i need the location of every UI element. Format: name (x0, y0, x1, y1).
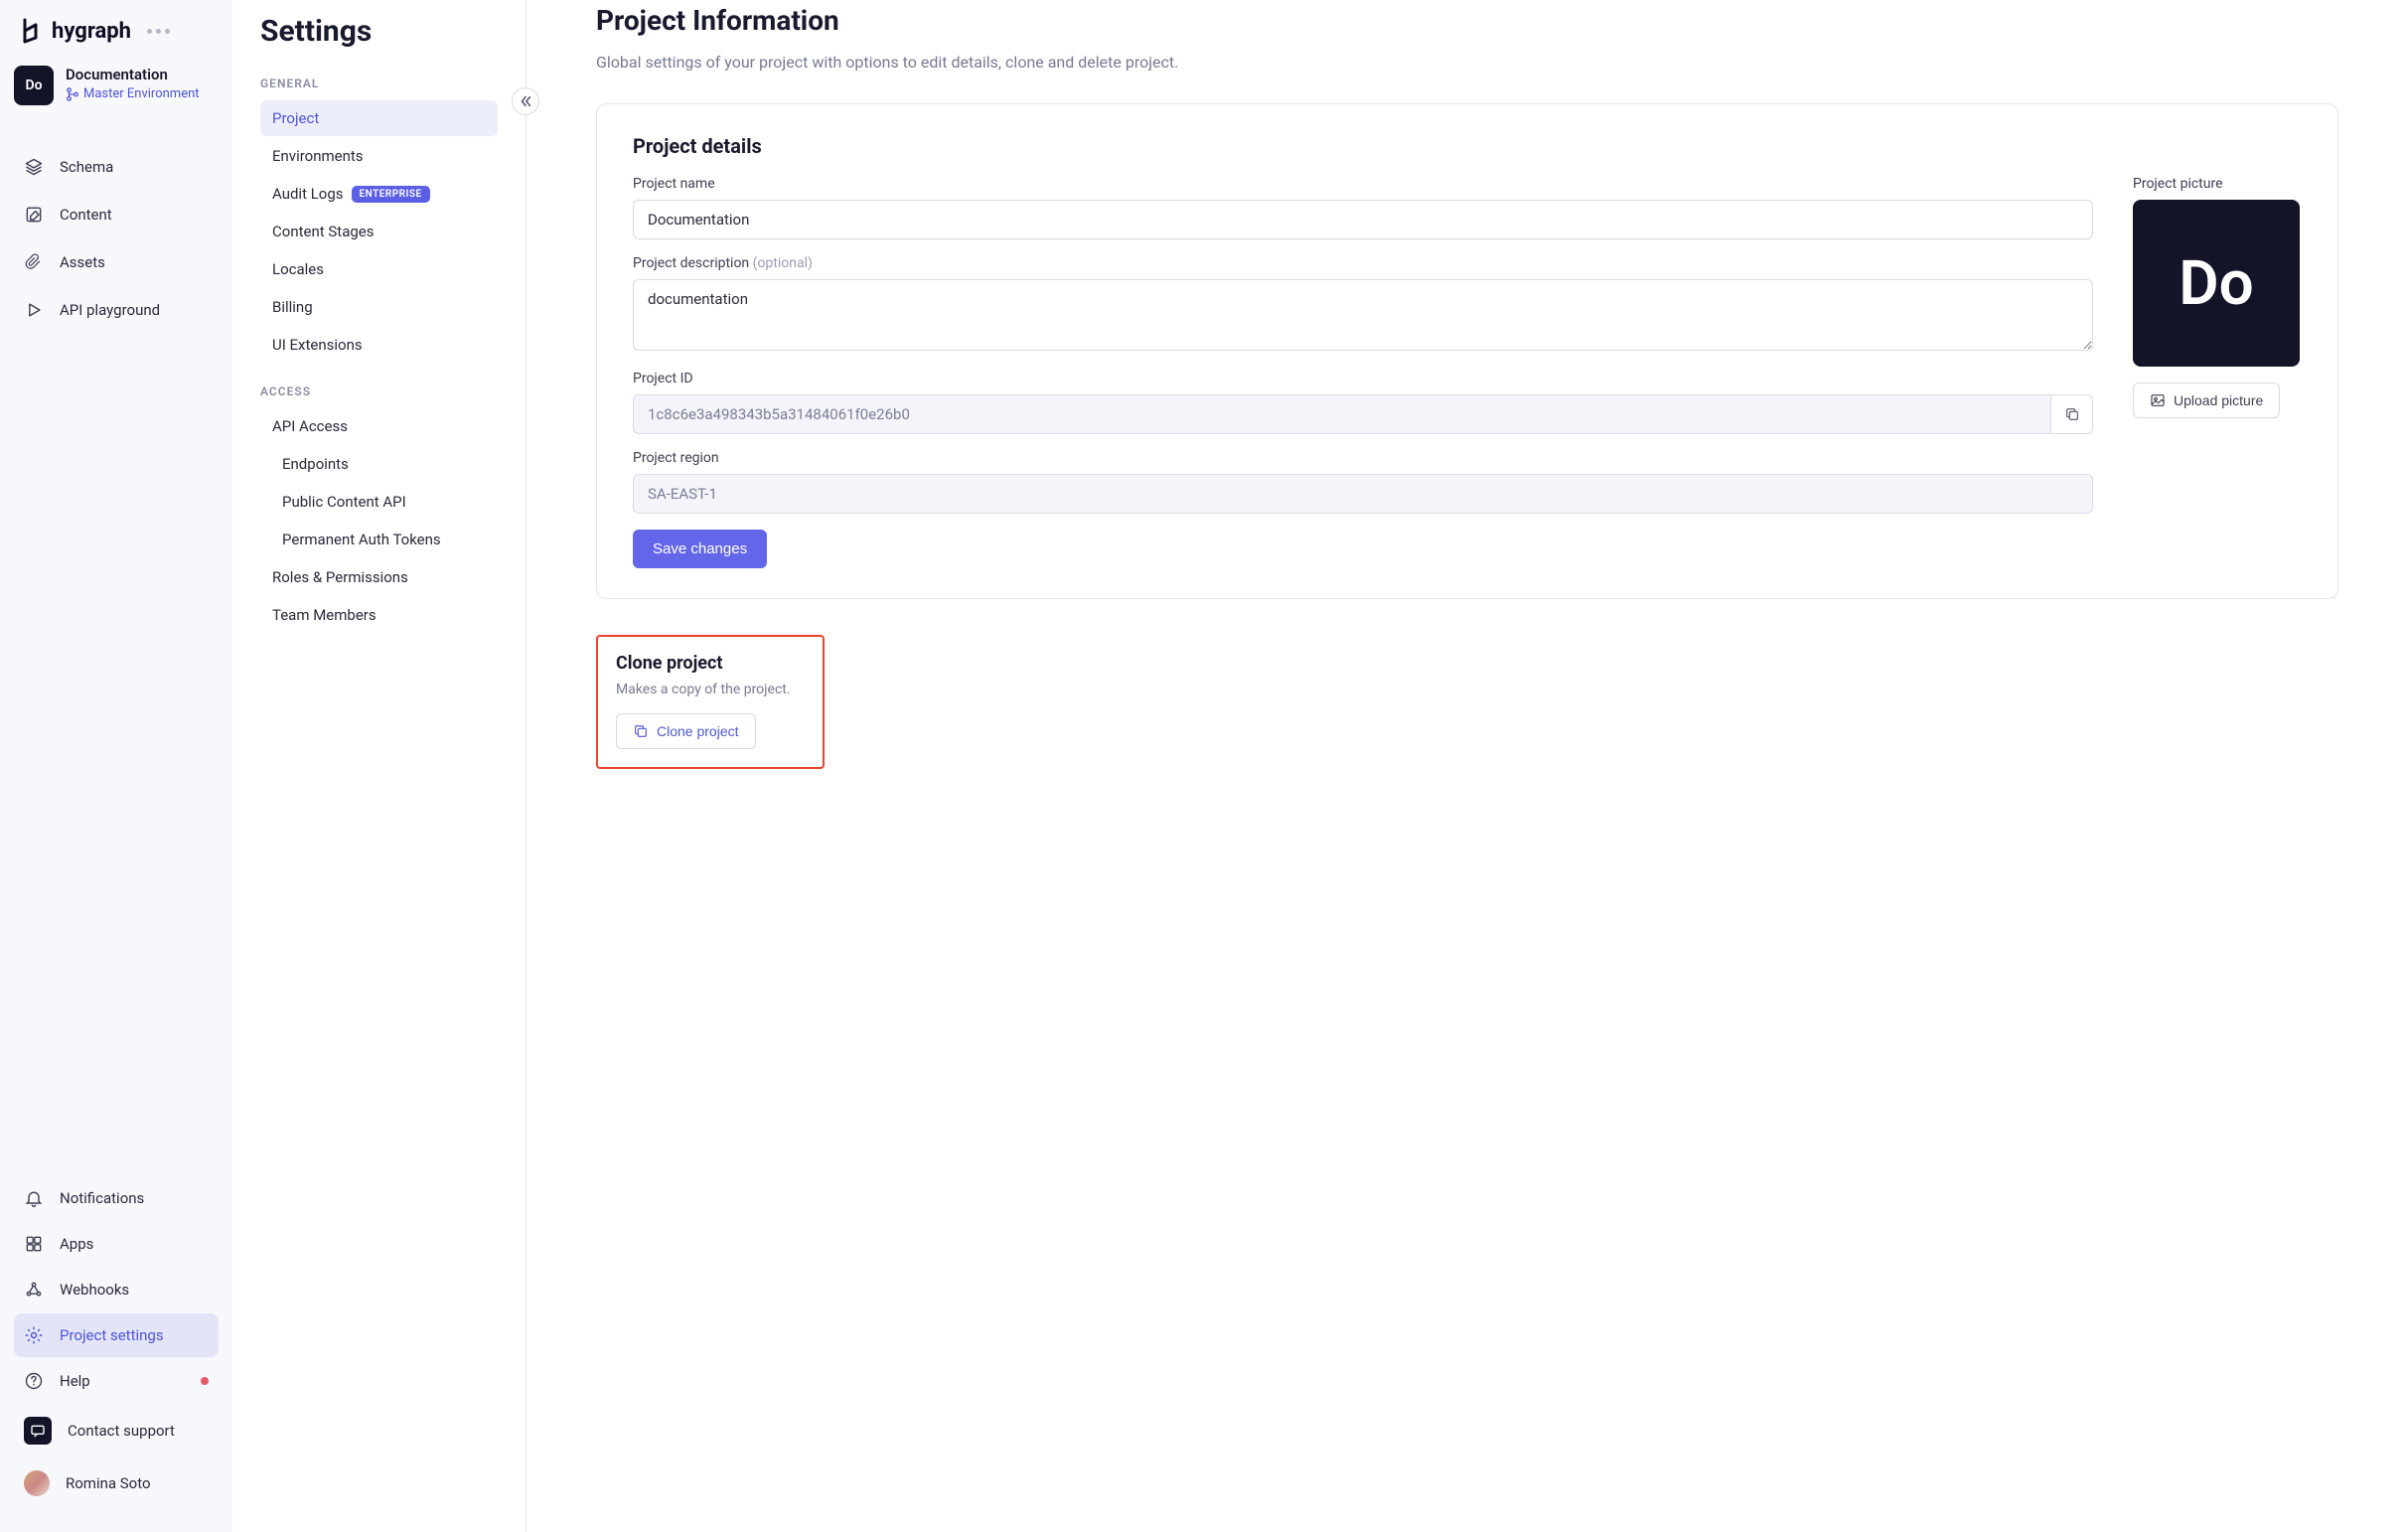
hygraph-logo-icon (22, 18, 42, 44)
copy-icon (633, 723, 649, 739)
project-region-input (633, 474, 2093, 514)
settings-link-environments[interactable]: Environments (260, 138, 498, 174)
grid-icon (24, 1234, 44, 1254)
settings-column: Settings GENERAL Project Environments Au… (232, 0, 527, 1532)
nav-help[interactable]: Help (14, 1359, 219, 1403)
project-picture: Do (2133, 200, 2300, 367)
project-name: Documentation (66, 66, 200, 83)
clone-heading: Clone project (616, 653, 805, 674)
edit-icon (24, 205, 44, 225)
settings-link-locales[interactable]: Locales (260, 251, 498, 287)
settings-link-audit-logs[interactable]: Audit LogsENTERPRISE (260, 176, 498, 212)
settings-link-roles-permissions[interactable]: Roles & Permissions (260, 559, 498, 595)
settings-link-api-access[interactable]: API Access (260, 408, 498, 444)
sidebar-left: hygraph Do Documentation Master Environm… (0, 0, 232, 1532)
nav-webhooks[interactable]: Webhooks (14, 1268, 219, 1311)
nav-apps[interactable]: Apps (14, 1222, 219, 1266)
nav-main: Schema Content Assets API playground (0, 125, 232, 342)
brand-row: hygraph (0, 18, 232, 60)
project-id-label: Project ID (633, 371, 2093, 386)
copy-icon (2064, 406, 2080, 422)
clone-project-card: Clone project Makes a copy of the projec… (596, 635, 825, 769)
nav-content[interactable]: Content (14, 193, 219, 236)
settings-link-team-members[interactable]: Team Members (260, 597, 498, 633)
project-description-input[interactable]: documentation (633, 279, 2093, 351)
nav-notifications[interactable]: Notifications (14, 1176, 219, 1220)
settings-link-billing[interactable]: Billing (260, 289, 498, 325)
notification-dot-icon (201, 1377, 209, 1385)
clone-project-button[interactable]: Clone project (616, 713, 756, 749)
project-environment[interactable]: Master Environment (66, 86, 200, 101)
nav-schema[interactable]: Schema (14, 145, 219, 189)
main-content: Project Information Global settings of y… (527, 0, 2408, 1532)
settings-group-general: GENERAL (260, 77, 498, 90)
page-title: Project Information (596, 4, 2338, 37)
layers-icon (24, 157, 44, 177)
branch-icon (66, 87, 79, 101)
image-icon (2150, 392, 2166, 408)
play-icon (24, 300, 44, 320)
nav-contact-support[interactable]: Contact support (14, 1405, 219, 1456)
settings-link-permanent-auth-tokens[interactable]: Permanent Auth Tokens (260, 522, 498, 557)
chat-icon (24, 1417, 52, 1445)
gear-icon (24, 1325, 44, 1345)
settings-group-access: ACCESS (260, 384, 498, 398)
project-details-heading: Project details (633, 134, 2302, 158)
brand-name: hygraph (52, 19, 131, 44)
copy-project-id-button[interactable] (2050, 394, 2093, 434)
project-picture-label: Project picture (2133, 176, 2302, 192)
collapse-button[interactable] (512, 87, 539, 115)
attachment-icon (24, 252, 44, 272)
project-name-input[interactable] (633, 200, 2093, 239)
project-description-label: Project description (optional) (633, 255, 2093, 271)
help-icon (24, 1371, 44, 1391)
project-avatar: Do (14, 66, 54, 105)
chevron-double-left-icon (519, 94, 532, 108)
save-changes-button[interactable]: Save changes (633, 530, 767, 568)
nav-bottom: Notifications Apps Webhooks Project sett… (0, 1176, 232, 1514)
project-details-card: Project details Project name Project des… (596, 103, 2338, 599)
clone-subtitle: Makes a copy of the project. (616, 682, 805, 697)
nav-api-playground[interactable]: API playground (14, 288, 219, 332)
page-subtitle: Global settings of your project with opt… (596, 53, 2338, 72)
upload-picture-button[interactable]: Upload picture (2133, 383, 2280, 418)
settings-link-content-stages[interactable]: Content Stages (260, 214, 498, 249)
nav-project-settings[interactable]: Project settings (14, 1313, 219, 1357)
project-id-input[interactable] (633, 394, 2050, 434)
user-avatar-icon (24, 1470, 50, 1496)
project-header[interactable]: Do Documentation Master Environment (0, 60, 232, 125)
nav-assets[interactable]: Assets (14, 240, 219, 284)
more-dots-icon[interactable] (147, 29, 170, 34)
settings-link-project[interactable]: Project (260, 100, 498, 136)
settings-link-ui-extensions[interactable]: UI Extensions (260, 327, 498, 363)
bell-icon (24, 1188, 44, 1208)
settings-heading: Settings (260, 14, 498, 49)
settings-link-public-content-api[interactable]: Public Content API (260, 484, 498, 520)
settings-link-endpoints[interactable]: Endpoints (260, 446, 498, 482)
project-name-label: Project name (633, 176, 2093, 192)
enterprise-badge: ENTERPRISE (352, 186, 430, 203)
project-region-label: Project region (633, 450, 2093, 466)
nav-user-profile[interactable]: Romina Soto (14, 1458, 219, 1508)
webhook-icon (24, 1280, 44, 1300)
